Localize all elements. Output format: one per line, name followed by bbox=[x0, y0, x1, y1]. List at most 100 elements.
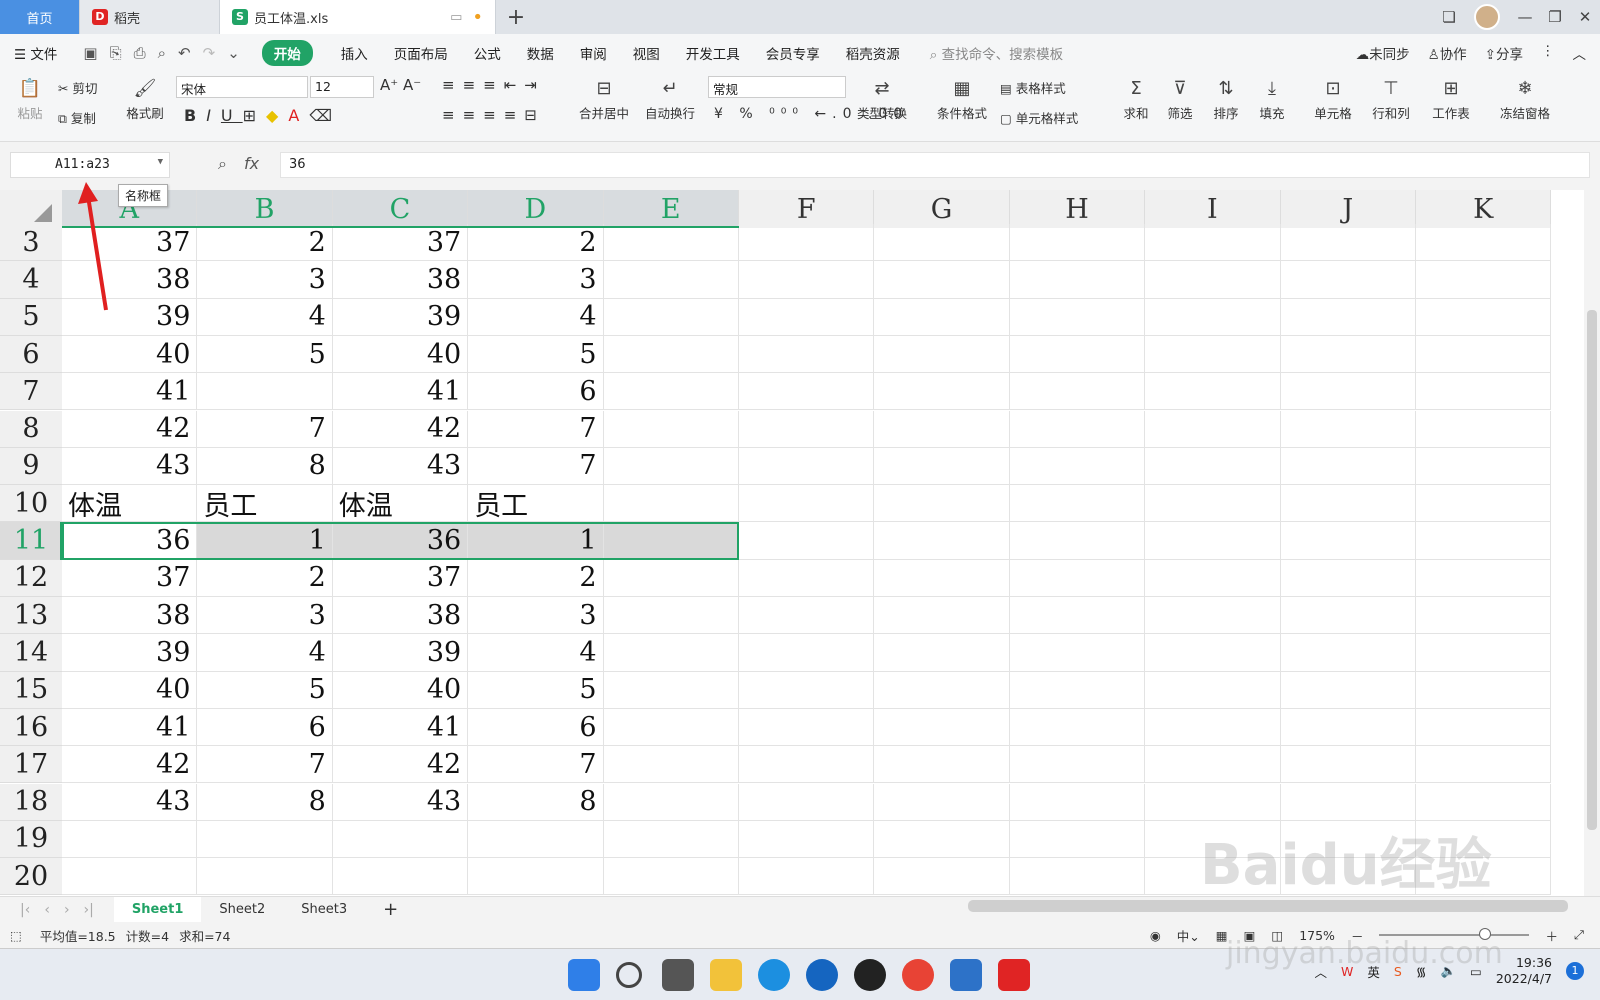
cell-a10[interactable]: 体温 bbox=[62, 485, 198, 523]
cell-b7[interactable] bbox=[197, 373, 333, 411]
cell-f7[interactable] bbox=[739, 373, 875, 411]
collapse-ribbon-icon[interactable]: ︿ bbox=[1573, 43, 1587, 63]
cell-c20[interactable] bbox=[332, 858, 469, 896]
cell-i11[interactable] bbox=[1145, 522, 1281, 560]
cell-g12[interactable] bbox=[874, 559, 1010, 597]
cell-b10[interactable]: 员工 bbox=[197, 485, 333, 523]
cell-i6[interactable] bbox=[1145, 335, 1281, 374]
collab-button[interactable]: ♙协作 bbox=[1428, 43, 1467, 63]
cell-b15[interactable]: 5 bbox=[197, 671, 333, 709]
cell-j11[interactable] bbox=[1280, 522, 1416, 560]
cell-g9[interactable] bbox=[874, 447, 1010, 486]
cell-g10[interactable] bbox=[874, 485, 1010, 523]
cell-g16[interactable] bbox=[874, 708, 1010, 747]
cell-k13[interactable] bbox=[1416, 597, 1552, 635]
align-top-row[interactable]: ≡≡≡⇤⇥ bbox=[442, 76, 545, 94]
cell-e13[interactable] bbox=[603, 597, 739, 635]
monitor-icon[interactable]: ▭ bbox=[450, 10, 462, 25]
cell-f10[interactable] bbox=[739, 485, 875, 523]
cell-g8[interactable] bbox=[874, 410, 1010, 448]
file-menu[interactable]: ☰ 文件 bbox=[14, 43, 57, 63]
clock[interactable]: 19:36 2022/4/7 bbox=[1496, 955, 1552, 987]
cell-d12[interactable]: 2 bbox=[468, 559, 604, 597]
next-sheet-icon[interactable]: › bbox=[64, 902, 70, 918]
cell-j7[interactable] bbox=[1280, 373, 1416, 411]
tab-daoke-resources[interactable]: 稻壳资源 bbox=[846, 43, 900, 63]
file-explorer-icon[interactable] bbox=[710, 959, 742, 991]
cell-i5[interactable] bbox=[1145, 298, 1281, 336]
cell-d8[interactable]: 7 bbox=[468, 410, 604, 448]
italic-icon[interactable]: I bbox=[206, 106, 221, 125]
column-header-g[interactable]: G bbox=[874, 190, 1010, 228]
cell-i18[interactable] bbox=[1145, 783, 1281, 821]
sheet-tab-1[interactable]: Sheet1 bbox=[113, 896, 202, 923]
cell-f4[interactable] bbox=[739, 261, 875, 299]
cell-i8[interactable] bbox=[1145, 410, 1281, 448]
cell-k11[interactable] bbox=[1416, 522, 1552, 560]
chevron-down-icon[interactable]: ⌄ bbox=[227, 44, 240, 62]
cell-i10[interactable] bbox=[1145, 485, 1281, 523]
cell-a15[interactable]: 40 bbox=[62, 671, 198, 709]
cell-e6[interactable] bbox=[603, 335, 739, 374]
fill-color-icon[interactable]: ◆ bbox=[266, 106, 288, 125]
notification-badge[interactable]: 1 bbox=[1566, 962, 1584, 980]
column-header-c[interactable]: C bbox=[332, 190, 469, 228]
cell-b13[interactable]: 3 bbox=[197, 597, 333, 635]
fill-button[interactable]: ⤓ 填充 bbox=[1252, 78, 1292, 122]
row-header-8[interactable]: 8 bbox=[0, 410, 62, 448]
cell-f5[interactable] bbox=[739, 298, 875, 336]
column-header-e[interactable]: E bbox=[603, 190, 739, 228]
sheet-tab-3[interactable]: Sheet3 bbox=[283, 897, 365, 923]
cell-i3[interactable] bbox=[1145, 224, 1281, 262]
cell-k6[interactable] bbox=[1416, 335, 1552, 374]
cell-a18[interactable]: 43 bbox=[62, 783, 198, 821]
merge-center-button[interactable]: ⊟ 合并居中 bbox=[572, 78, 636, 122]
horizontal-scrollbar[interactable] bbox=[968, 900, 1568, 912]
column-header-f[interactable]: F bbox=[739, 190, 875, 228]
column-header-k[interactable]: K bbox=[1416, 190, 1552, 228]
cell-k3[interactable] bbox=[1416, 224, 1552, 262]
tab-formula[interactable]: 公式 bbox=[474, 43, 501, 63]
cell-k18[interactable] bbox=[1416, 783, 1552, 821]
table-style-button[interactable]: ▤ 表格样式 bbox=[1000, 78, 1086, 97]
cell-c13[interactable]: 38 bbox=[332, 597, 469, 635]
filter-button[interactable]: ⊽ 筛选 bbox=[1160, 78, 1200, 122]
qq-icon[interactable] bbox=[854, 959, 886, 991]
cell-e7[interactable] bbox=[603, 373, 739, 411]
preview-icon[interactable]: ⌕ bbox=[158, 44, 166, 62]
formula-input[interactable]: 36 bbox=[280, 152, 1590, 178]
cell-c7[interactable]: 41 bbox=[332, 373, 469, 411]
cell-k16[interactable] bbox=[1416, 708, 1552, 747]
conditional-format-button[interactable]: ▦ 条件格式 bbox=[932, 78, 992, 122]
cell-a16[interactable]: 41 bbox=[62, 708, 198, 747]
cell-k15[interactable] bbox=[1416, 671, 1552, 709]
border-icon[interactable]: ⊞ bbox=[243, 106, 266, 125]
cell-a13[interactable]: 38 bbox=[62, 597, 198, 635]
cell-h20[interactable] bbox=[1009, 858, 1146, 896]
cell-j16[interactable] bbox=[1280, 708, 1416, 747]
cell-g5[interactable] bbox=[874, 298, 1010, 336]
cell-b16[interactable]: 6 bbox=[197, 708, 333, 747]
cell-g14[interactable] bbox=[874, 634, 1010, 672]
cell-j14[interactable] bbox=[1280, 634, 1416, 672]
tab-start[interactable]: 开始 bbox=[261, 40, 313, 66]
cell-j13[interactable] bbox=[1280, 597, 1416, 635]
tab-view[interactable]: 视图 bbox=[633, 43, 660, 63]
cell-c4[interactable]: 38 bbox=[332, 261, 469, 299]
cell-a5[interactable]: 39 bbox=[62, 298, 198, 336]
cell-h18[interactable] bbox=[1009, 783, 1146, 821]
cell-e9[interactable] bbox=[603, 447, 739, 486]
cell-b8[interactable]: 7 bbox=[197, 410, 333, 448]
cell-f12[interactable] bbox=[739, 559, 875, 597]
cell-e14[interactable] bbox=[603, 634, 739, 672]
tab-insert[interactable]: 插入 bbox=[341, 43, 368, 63]
cell-i4[interactable] bbox=[1145, 261, 1281, 299]
avatar[interactable] bbox=[1474, 4, 1500, 30]
cell-e3[interactable] bbox=[603, 224, 739, 262]
cell-c17[interactable]: 42 bbox=[332, 746, 469, 784]
cell-k5[interactable] bbox=[1416, 298, 1552, 336]
cell-a6[interactable]: 40 bbox=[62, 335, 198, 374]
cell-e8[interactable] bbox=[603, 410, 739, 448]
cell-d4[interactable]: 3 bbox=[468, 261, 604, 299]
cell-d18[interactable]: 8 bbox=[468, 783, 604, 821]
